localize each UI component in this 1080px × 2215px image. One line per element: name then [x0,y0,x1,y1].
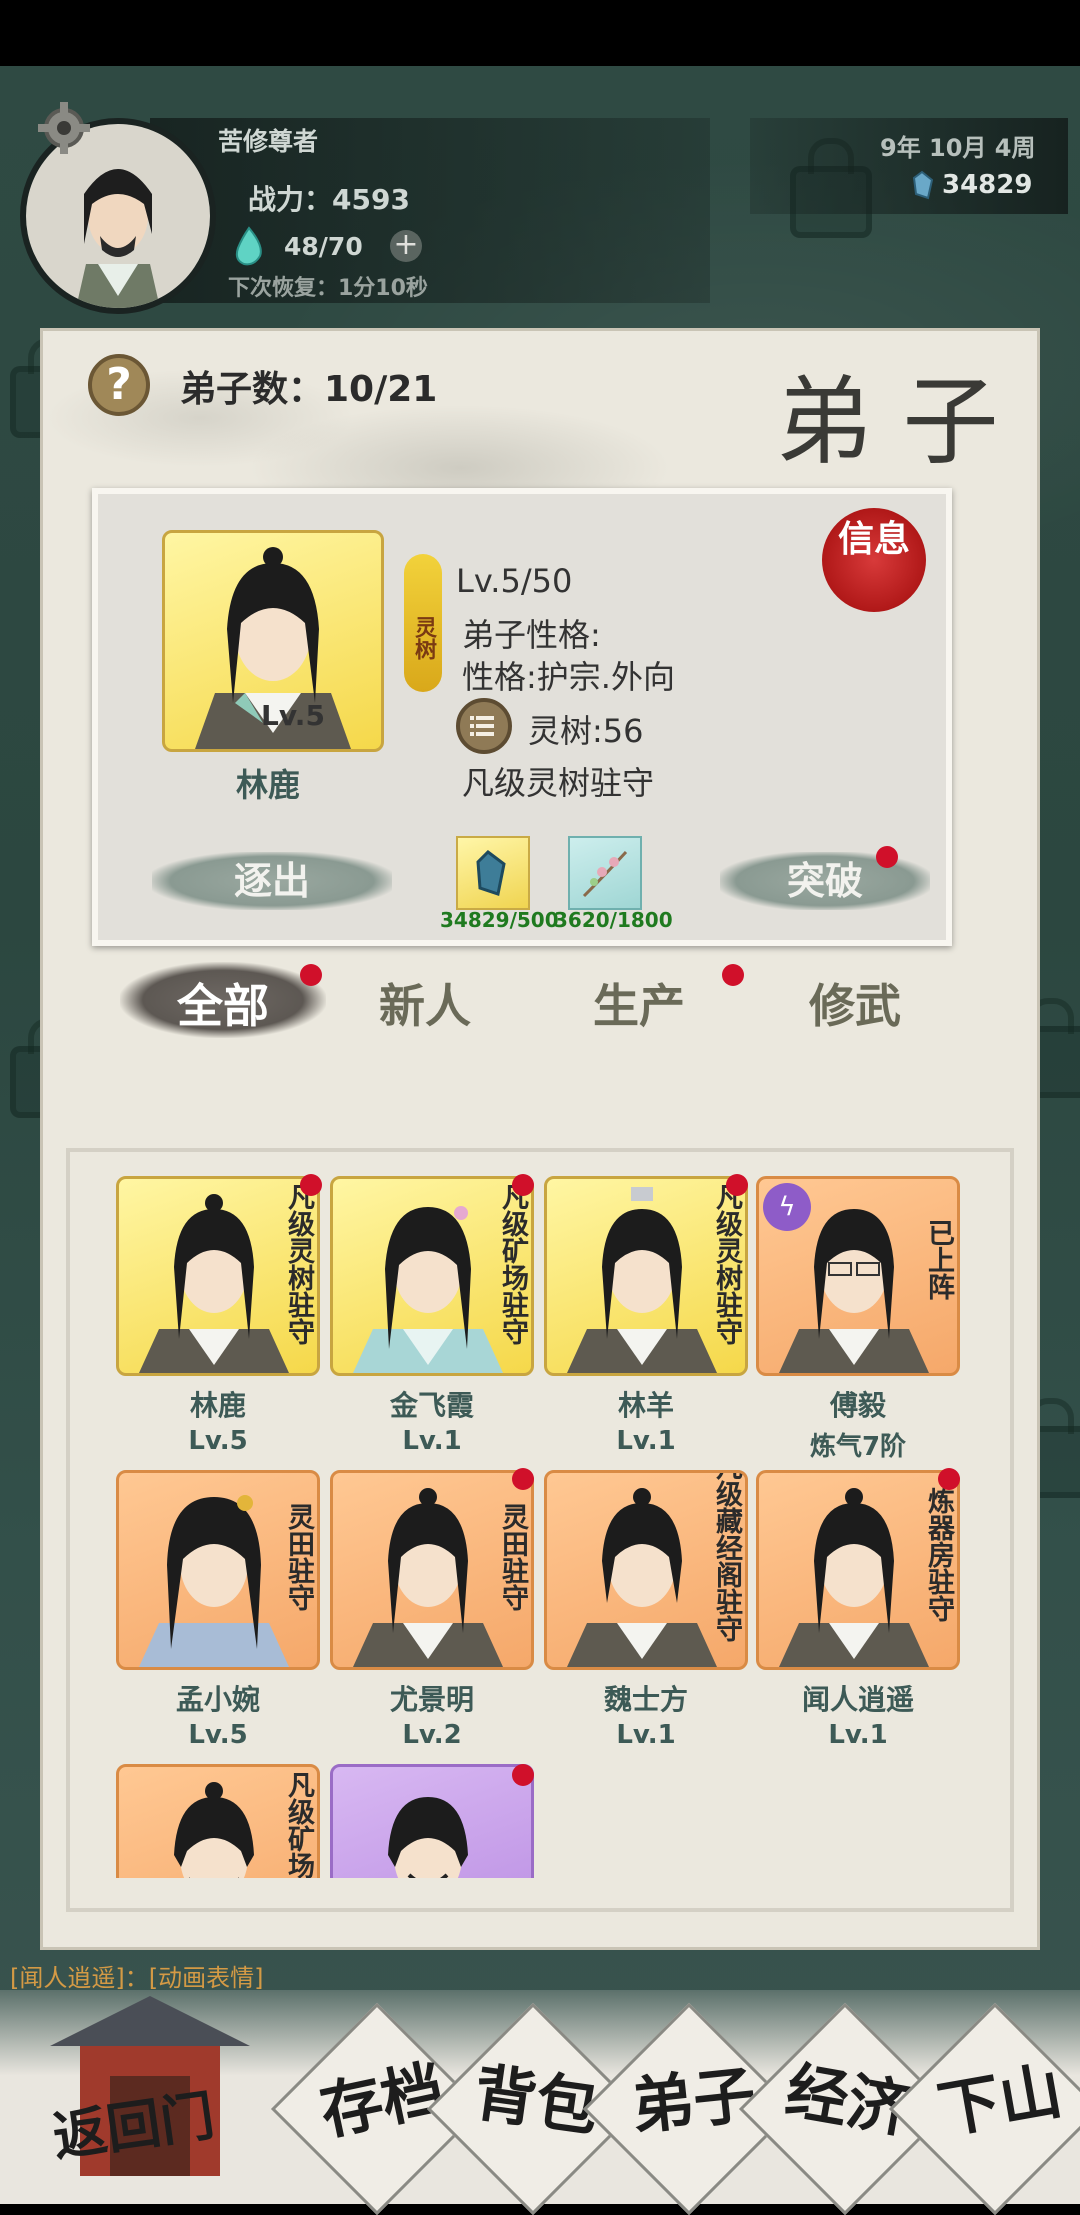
expel-button[interactable]: 逐出 [152,852,392,910]
spirit-stone-count: 34829 [942,170,1033,200]
disciple-status: 凡级藏经阁驻守 [711,1470,742,1642]
recovery-timer: 下次恢复：1分10秒 [228,276,428,301]
herb-requirement: 3620/1800 [554,908,673,932]
disciple-status: 凡级矿场 [283,1771,314,1878]
disciple-alert-dot [512,1174,534,1196]
disciple-name: 孟小婉 [175,1683,260,1716]
disciple-card[interactable]: ϟ 已上阵 [756,1176,960,1376]
info-seal-button[interactable]: 信息 [822,508,926,612]
element-badge-icon: ϟ [763,1183,811,1231]
disciple-card[interactable]: 凡级藏经阁驻守 [544,1470,748,1670]
disciple-alert-dot [300,1174,322,1196]
disciple-count: 弟子数：10/21 [180,369,438,410]
disciple-name: 尤景明 [389,1683,474,1716]
disciple-name: 林羊 [617,1389,674,1422]
personality-value: 性格:护宗.外向 [462,658,675,696]
disciple-card[interactable] [330,1764,534,1878]
disciple-level: Lv.1 [402,1426,462,1456]
disciple-status: 灵田驻守 [283,1503,314,1611]
disciple-level: Lv.2 [402,1720,462,1750]
disciple-alert-dot [512,1764,534,1786]
personality-label: 弟子性格: [462,616,601,654]
disciple-card[interactable]: 炼器房驻守 [756,1470,960,1670]
spirit-drop-icon [232,226,266,266]
breakthrough-button[interactable]: 突破 [720,852,930,910]
selected-portrait[interactable]: Lv.5 [162,530,384,752]
disciple-card[interactable]: 凡级矿场驻守 [330,1176,534,1376]
disciple-status: 凡级矿场驻守 [497,1183,528,1345]
spirit-stone-icon [912,170,934,200]
spirit-stone-requirement: 34829/500 [440,908,559,932]
skill-value: 灵树:56 [528,712,644,750]
add-stamina-button[interactable]: + [390,230,422,262]
role-tag: 灵树 [404,554,442,692]
disciple-card[interactable]: 凡级灵树驻守 [116,1176,320,1376]
disciple-name: 金飞霞 [389,1389,474,1422]
help-question-icon[interactable]: ? [88,354,150,416]
nav-disciple-button[interactable]: 弟子 [614,2042,773,2147]
skill-list-icon[interactable] [456,698,512,754]
disciple-name: 傅毅 [829,1389,886,1422]
selected-name: 林鹿 [236,766,301,804]
disciple-alert-dot [938,1468,960,1490]
game-date: 9年 10月 4周 [880,134,1036,162]
herb-resource-icon[interactable] [568,836,642,910]
tab-all[interactable]: 全部 [120,970,326,1036]
portrait-level: Lv.5 [261,699,325,732]
disciple-status: 炼器房驻守 [923,1487,954,1622]
disciple-card[interactable]: 凡级矿场 [116,1764,320,1878]
disciple-level: Lv.5 [188,1720,248,1750]
tab-martial[interactable]: 修武 [760,970,950,1036]
info-seal-text: 信息 [837,518,910,560]
combat-power: 战力：4593 [248,183,410,216]
disciple-card[interactable]: 灵田驻守 [330,1470,534,1670]
disciple-name: 林鹿 [189,1389,246,1422]
disciple-card[interactable]: 灵田驻守 [116,1470,320,1670]
tab-newcomer[interactable]: 新人 [330,970,520,1036]
disciple-name: 魏士方 [603,1683,688,1716]
tab-all-alert-dot [300,964,322,986]
assigned-post: 凡级灵树驻守 [462,764,655,802]
breakthrough-alert-dot [876,846,898,868]
disciple-level: Lv.1 [616,1720,676,1750]
panel-title: 弟 子 [776,366,999,478]
selected-level: Lv.5/50 [456,562,573,600]
disciple-level: 炼气7阶 [809,1432,907,1462]
disciple-status: 凡级灵树驻守 [711,1183,742,1345]
settings-gear-icon[interactable] [36,100,92,156]
disciple-status: 已上阵 [923,1219,954,1300]
disciple-row-clip: 凡级矿场 [116,1764,548,1878]
disciple-alert-dot [512,1468,534,1490]
disciple-name: 闻人逍遥 [801,1683,914,1716]
tab-production-alert-dot [722,964,744,986]
disciple-alert-dot [726,1174,748,1196]
disciple-status: 灵田驻守 [497,1503,528,1611]
stamina-value: 48/70 [284,232,363,261]
disciple-level: Lv.1 [616,1426,676,1456]
spirit-stone-resource-icon[interactable] [456,836,530,910]
disciple-card[interactable]: 凡级灵树驻守 [544,1176,748,1376]
disciple-level: Lv.5 [188,1426,248,1456]
player-title: 苦修尊者 [218,127,319,156]
tab-production[interactable]: 生产 [544,970,734,1036]
disciple-status: 凡级灵树驻守 [283,1183,314,1345]
disciple-level: Lv.1 [828,1720,888,1750]
